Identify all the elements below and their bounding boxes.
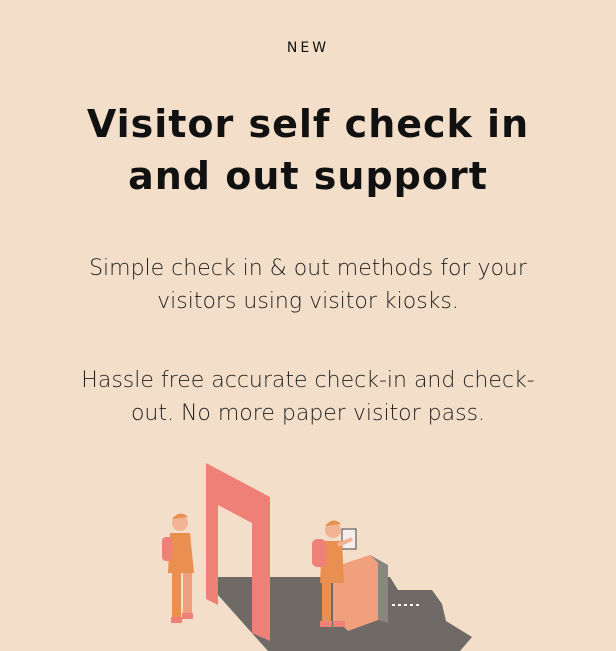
new-badge: NEW (286, 40, 330, 56)
walking-visitor (162, 513, 194, 623)
section-heading: Visitor self check in and out support (86, 102, 530, 198)
description-kiosks: Simple check in & out methods for your v… (89, 256, 527, 314)
kiosk-checkin-illustration (162, 463, 472, 651)
description-paperless: Hassle free accurate check-in and check-… (81, 368, 535, 426)
kiosk-body (340, 555, 378, 631)
